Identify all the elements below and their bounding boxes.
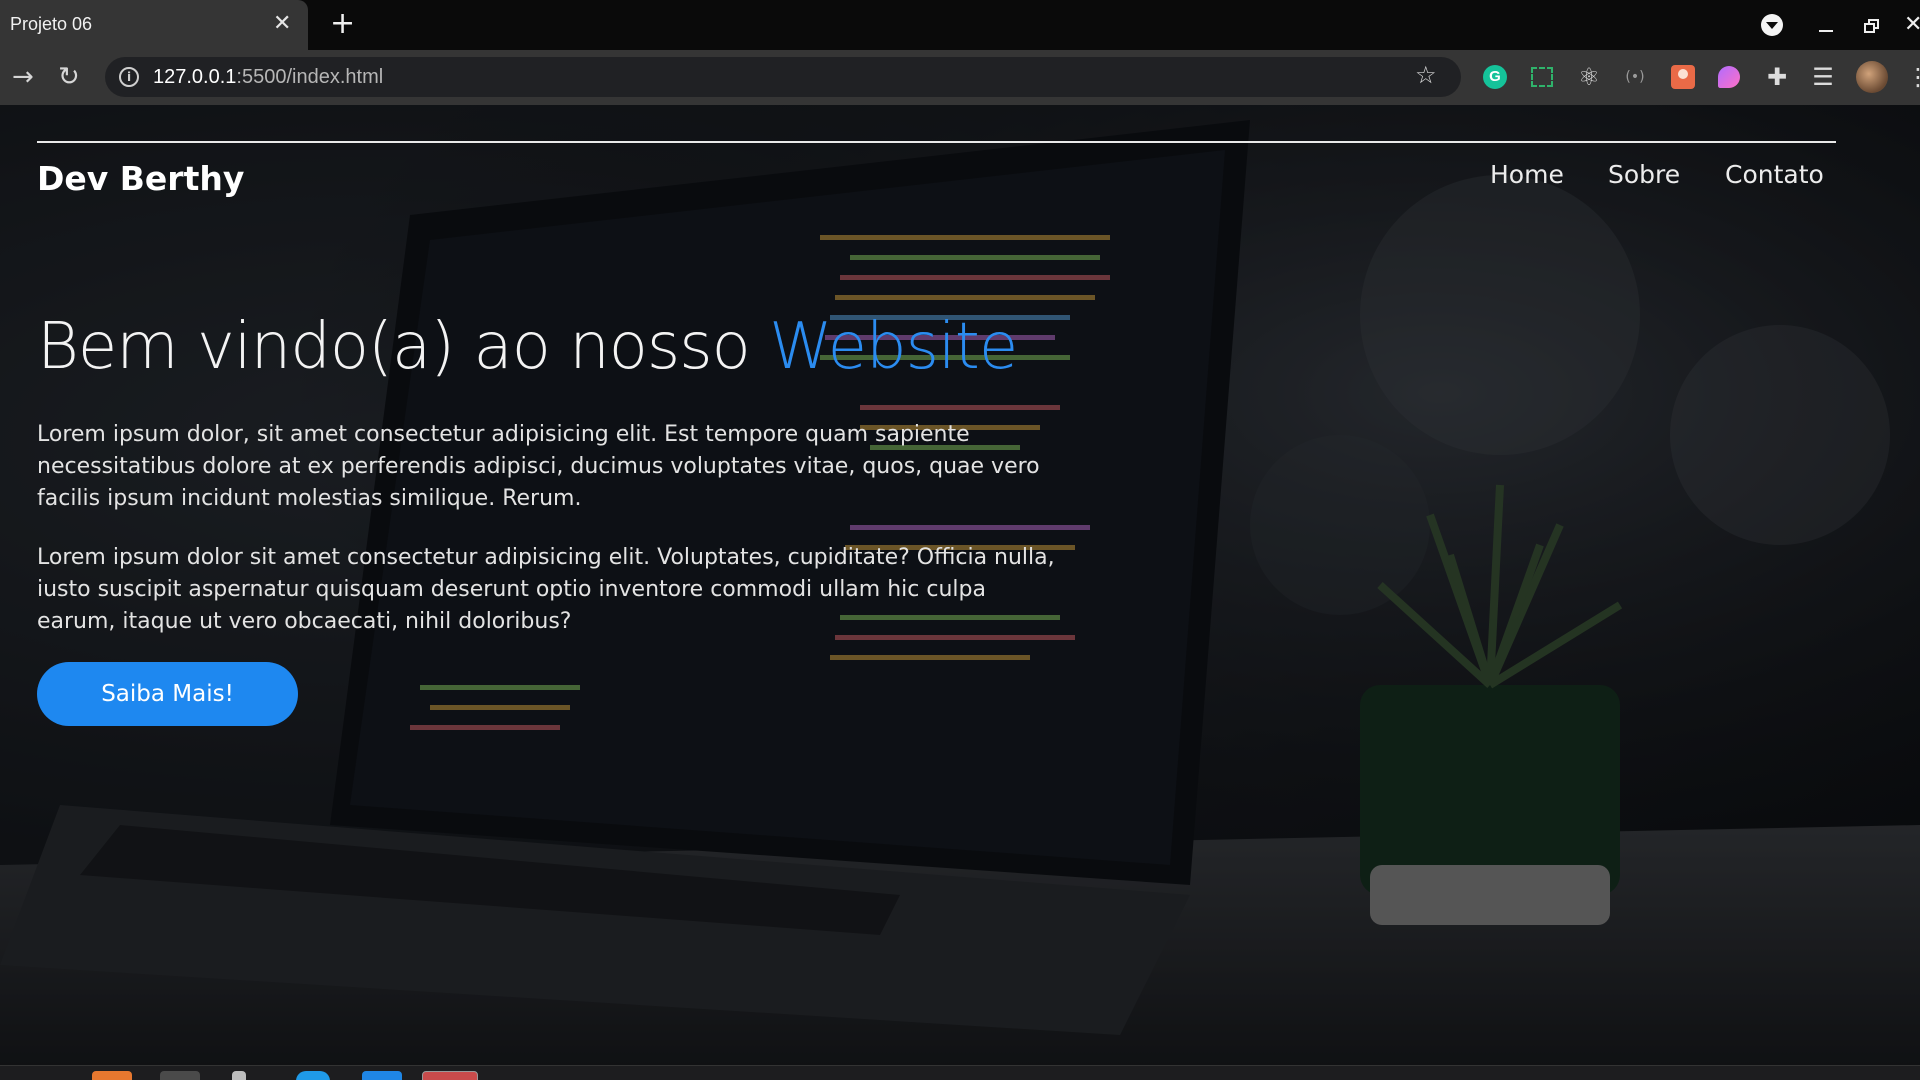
- tab-close-icon[interactable]: ✕: [273, 11, 291, 36]
- grammarly-badge: G: [1483, 65, 1507, 89]
- url-path: :5500/index.html: [236, 66, 384, 88]
- taskbar-app-2[interactable]: [160, 1071, 200, 1080]
- taskbar-app-4[interactable]: [296, 1071, 330, 1080]
- info-icon[interactable]: i: [119, 67, 139, 87]
- close-icon[interactable]: ✕: [1904, 10, 1920, 40]
- header-divider: [37, 141, 1836, 143]
- grammarly-icon[interactable]: G: [1480, 62, 1510, 92]
- address-bar[interactable]: i 127.0.0.1:5500/index.html ☆: [105, 57, 1461, 97]
- cast-icon[interactable]: (•): [1620, 62, 1650, 92]
- hero-paragraph-1: Lorem ipsum dolor, sit amet consectetur …: [37, 422, 1040, 511]
- browser-tab-strip: Projeto 06 ✕ + ✕: [0, 0, 1920, 50]
- tab-search-icon[interactable]: [1757, 10, 1787, 40]
- taskbar-app-6[interactable]: [422, 1071, 478, 1080]
- web-page: Dev Berthy Home Sobre Contato Bem vindo(…: [0, 105, 1920, 1065]
- tab-title: Projeto 06: [10, 14, 93, 34]
- url-text: 127.0.0.1:5500/index.html: [153, 66, 383, 89]
- browser-tab[interactable]: Projeto 06 ✕: [0, 0, 308, 50]
- reload-icon[interactable]: ↻: [58, 62, 80, 92]
- taskbar-app-5[interactable]: [362, 1071, 402, 1080]
- avatar-extension-icon[interactable]: [1668, 62, 1698, 92]
- restore-front-square: [1864, 23, 1875, 33]
- browser-toolbar: → ↻ i 127.0.0.1:5500/index.html ☆ G ⚛ (•…: [0, 50, 1920, 105]
- back-arrow-icon[interactable]: →: [12, 62, 34, 92]
- hero-paragraph-2: Lorem ipsum dolor sit amet consectetur a…: [37, 545, 1055, 634]
- site-logo[interactable]: Dev Berthy: [37, 159, 244, 198]
- reading-list-icon[interactable]: ☰: [1808, 62, 1838, 92]
- url-host: 127.0.0.1: [153, 66, 237, 88]
- screenshot-icon[interactable]: [1527, 62, 1557, 92]
- avatar-extension-badge: [1671, 65, 1695, 89]
- tab-search-chevron: [1766, 22, 1778, 29]
- purple-extension-icon[interactable]: [1714, 62, 1744, 92]
- taskbar-app-3[interactable]: [232, 1071, 246, 1080]
- bookmark-star-icon[interactable]: ☆: [1415, 61, 1437, 89]
- screenshot-frame: [1531, 67, 1553, 87]
- new-tab-icon[interactable]: +: [330, 7, 355, 41]
- taskbar-app-1[interactable]: [92, 1071, 132, 1080]
- nav-link-sobre[interactable]: Sobre: [1608, 160, 1680, 189]
- extensions-puzzle-icon[interactable]: ✚: [1762, 62, 1792, 92]
- nav-link-contato[interactable]: Contato: [1725, 160, 1824, 189]
- nav-link-home[interactable]: Home: [1490, 160, 1564, 189]
- saiba-mais-button[interactable]: Saiba Mais!: [37, 662, 298, 726]
- hero-title-prefix: Bem vindo(a) ao nosso: [37, 310, 770, 384]
- hero-title-accent: Website: [769, 310, 1018, 384]
- menu-dots-icon[interactable]: ⋮: [1906, 62, 1920, 92]
- minimize-icon[interactable]: [1812, 10, 1842, 40]
- os-taskbar: [0, 1065, 1920, 1080]
- purple-extension-badge: [1718, 66, 1740, 88]
- atom-icon[interactable]: ⚛: [1574, 62, 1604, 92]
- profile-avatar-icon[interactable]: [1856, 61, 1888, 93]
- hero-title: Bem vindo(a) ao nosso Website: [37, 310, 1018, 384]
- restore-icon[interactable]: [1858, 10, 1888, 40]
